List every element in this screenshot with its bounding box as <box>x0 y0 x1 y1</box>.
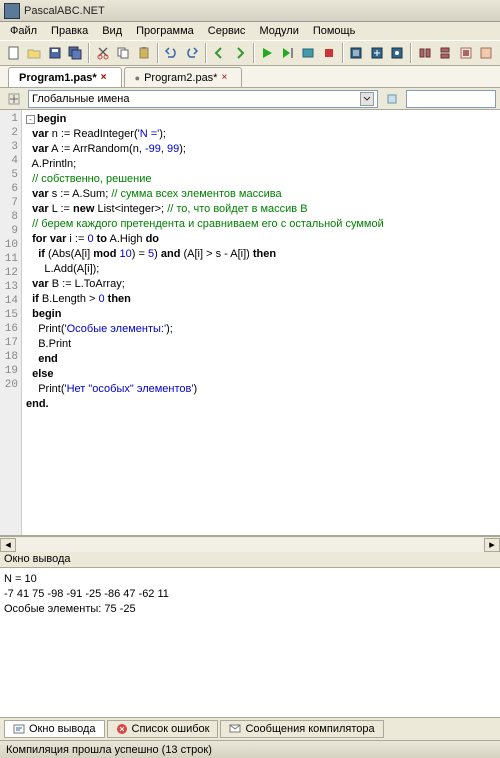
tab-label: Сообщения компилятора <box>245 723 374 735</box>
step-into-button[interactable] <box>347 43 367 63</box>
toolbar-button-c[interactable] <box>456 43 476 63</box>
menu-edit[interactable]: Правка <box>45 24 94 38</box>
menu-help[interactable]: Помощь <box>307 24 362 38</box>
titlebar: PascalABC.NET <box>0 0 500 22</box>
statusbar: Компиляция прошла успешно (13 строк) <box>0 740 500 758</box>
code-editor[interactable]: 1 2 3 4 5 6 7 8 9 10 11 12 13 14 15 16 1… <box>0 110 500 536</box>
tab-program2[interactable]: ● Program2.pas* × <box>124 67 243 87</box>
menu-file[interactable]: Файл <box>4 24 43 38</box>
step-out-button[interactable] <box>388 43 408 63</box>
tab-output[interactable]: Окно вывода <box>4 720 105 738</box>
nav-back-button[interactable] <box>210 43 230 63</box>
line-gutter: 1 2 3 4 5 6 7 8 9 10 11 12 13 14 15 16 1… <box>0 110 22 535</box>
output-panel[interactable]: N = 10 -7 41 75 -98 -91 -25 -86 47 -62 1… <box>0 568 500 718</box>
output-panel-label: Окно вывода <box>0 552 500 568</box>
run-no-debug-button[interactable] <box>278 43 298 63</box>
toolbar-button-b[interactable] <box>436 43 456 63</box>
menu-program[interactable]: Программа <box>130 24 200 38</box>
scroll-left-button[interactable]: ◂ <box>0 538 16 552</box>
menu-view[interactable]: Вид <box>96 24 128 38</box>
tab-messages[interactable]: Сообщения компилятора <box>220 720 383 738</box>
redo-button[interactable] <box>182 43 202 63</box>
close-icon[interactable]: × <box>101 73 111 83</box>
app-icon <box>4 3 20 19</box>
tab-label: Program1.pas* <box>19 72 97 84</box>
toolbar <box>0 40 500 66</box>
stop-button[interactable] <box>319 43 339 63</box>
paste-button[interactable] <box>134 43 154 63</box>
scope-combo[interactable]: Глобальные имена <box>28 90 378 108</box>
menu-service[interactable]: Сервис <box>202 24 252 38</box>
save-button[interactable] <box>45 43 65 63</box>
status-text: Компиляция прошла успешно (13 строк) <box>6 744 212 756</box>
tab-label: Program2.pas* <box>144 72 217 84</box>
undo-button[interactable] <box>162 43 182 63</box>
new-file-button[interactable] <box>4 43 24 63</box>
compile-button[interactable] <box>299 43 319 63</box>
tab-label: Окно вывода <box>29 723 96 735</box>
output-icon <box>13 723 25 735</box>
copy-button[interactable] <box>114 43 134 63</box>
cut-button[interactable] <box>93 43 113 63</box>
scope-label: Глобальные имена <box>32 93 130 105</box>
menu-modules[interactable]: Модули <box>253 24 304 38</box>
tab-errors[interactable]: Список ошибок <box>107 720 219 738</box>
scroll-track[interactable] <box>16 538 484 552</box>
tab-label: Список ошибок <box>132 723 210 735</box>
nav-forward-button[interactable] <box>230 43 250 63</box>
menubar: Файл Правка Вид Программа Сервис Модули … <box>0 22 500 40</box>
step-over-button[interactable] <box>367 43 387 63</box>
bottom-tabs: Окно вывода Список ошибок Сообщения комп… <box>0 718 500 740</box>
close-icon[interactable]: × <box>221 73 231 83</box>
chevron-down-icon[interactable] <box>360 92 374 106</box>
member-combo[interactable] <box>406 90 496 108</box>
window-title: PascalABC.NET <box>24 5 105 17</box>
save-all-button[interactable] <box>66 43 86 63</box>
scroll-right-button[interactable]: ▸ <box>484 538 500 552</box>
modified-icon: ● <box>135 73 140 83</box>
editor-tabs: Program1.pas* × ● Program2.pas* × <box>0 66 500 88</box>
nav-bar: Глобальные имена <box>0 88 500 110</box>
code-area[interactable]: -begin var n := ReadInteger('N ='); var … <box>22 110 500 535</box>
tab-program1[interactable]: Program1.pas* × <box>8 67 122 87</box>
nav-icon[interactable] <box>4 89 24 109</box>
horizontal-scrollbar[interactable]: ◂ ▸ <box>0 536 500 552</box>
run-button[interactable] <box>258 43 278 63</box>
toolbar-button-d[interactable] <box>477 43 497 63</box>
open-file-button[interactable] <box>25 43 45 63</box>
error-icon <box>116 723 128 735</box>
message-icon <box>229 723 241 735</box>
nav-icon-2[interactable] <box>382 89 402 109</box>
toolbar-button-a[interactable] <box>415 43 435 63</box>
